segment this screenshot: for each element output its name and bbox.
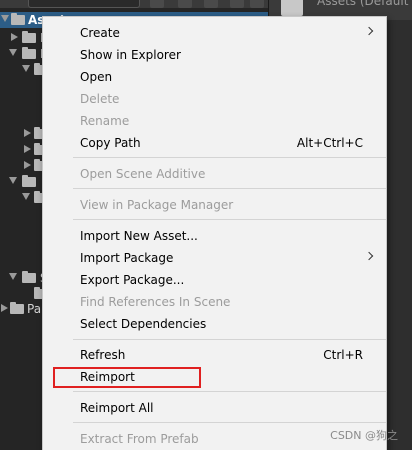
chevron-down-icon[interactable] xyxy=(1,15,9,22)
menu-item-label: Show in Explorer xyxy=(80,48,181,62)
assets-title: Assets (Default xyxy=(317,0,409,8)
folder-icon xyxy=(22,47,36,59)
menu-item-label: Refresh xyxy=(80,348,126,362)
menu-item-label: Find References In Scene xyxy=(80,295,231,309)
menu-item-label: Rename xyxy=(80,114,130,128)
menu-item-label: Select Dependencies xyxy=(80,317,207,331)
chevron-right-icon[interactable] xyxy=(11,33,18,41)
project-toolbar xyxy=(0,0,268,8)
menu-separator xyxy=(73,157,386,158)
menu-separator xyxy=(73,422,386,423)
menu-separator xyxy=(73,339,386,340)
chevron-down-icon[interactable] xyxy=(9,49,17,56)
menu-item-label: Open Scene Additive xyxy=(80,167,206,181)
chevron-down-icon[interactable] xyxy=(22,65,30,72)
chevron-right-icon xyxy=(364,26,374,36)
highlight-box xyxy=(53,367,201,388)
toolbar-button[interactable] xyxy=(250,0,264,8)
menu-separator xyxy=(73,391,386,392)
toolbar-button[interactable] xyxy=(204,0,218,8)
menu-item-label: Extract From Prefab xyxy=(80,432,199,446)
chevron-right-icon[interactable] xyxy=(24,145,31,153)
menu-item-create[interactable]: Create xyxy=(43,22,386,44)
menu-separator xyxy=(73,219,386,220)
folder-icon xyxy=(22,271,36,283)
toolbar-button[interactable] xyxy=(230,0,244,8)
project-search-input[interactable] xyxy=(28,0,140,8)
menu-item-label: Create xyxy=(80,26,120,40)
menu-item-find-references-in-scene: Find References In Scene xyxy=(43,291,386,313)
menu-item-select-dependencies[interactable]: Select Dependencies xyxy=(43,313,386,335)
menu-item-import-new-asset[interactable]: Import New Asset... xyxy=(43,225,386,247)
tree-item-label: Pa xyxy=(27,302,42,316)
menu-item-label: Reimport All xyxy=(80,401,154,415)
menu-item-shortcut: Alt+Ctrl+C xyxy=(296,136,363,150)
folder-icon xyxy=(22,31,36,43)
chevron-right-icon[interactable] xyxy=(24,129,31,137)
folder-icon xyxy=(10,302,24,314)
menu-item-open-scene-additive: Open Scene Additive xyxy=(43,163,386,185)
toolbar-button[interactable] xyxy=(150,0,164,8)
menu-item-label: Copy Path xyxy=(80,136,141,150)
menu-separator xyxy=(73,188,386,189)
menu-item-view-in-package-manager: View in Package Manager xyxy=(43,194,386,216)
chevron-down-icon[interactable] xyxy=(9,273,17,280)
folder-icon xyxy=(281,0,303,16)
folder-icon xyxy=(22,175,36,187)
chevron-right-icon[interactable] xyxy=(24,161,31,169)
chevron-down-icon[interactable] xyxy=(22,193,30,200)
menu-item-show-in-explorer[interactable]: Show in Explorer xyxy=(43,44,386,66)
menu-item-refresh[interactable]: Refresh Ctrl+R xyxy=(43,344,386,366)
folder-icon xyxy=(11,13,25,25)
menu-item-export-package[interactable]: Export Package... xyxy=(43,269,386,291)
toolbar-button[interactable] xyxy=(178,0,192,8)
menu-item-delete: Delete xyxy=(43,88,386,110)
menu-item-open[interactable]: Open xyxy=(43,66,386,88)
menu-item-label: View in Package Manager xyxy=(80,198,234,212)
menu-item-copy-path[interactable]: Copy Path Alt+Ctrl+C xyxy=(43,132,386,154)
chevron-right-icon xyxy=(364,251,374,261)
menu-item-import-package[interactable]: Import Package xyxy=(43,247,386,269)
chevron-down-icon[interactable] xyxy=(9,177,17,184)
watermark: CSDN @狗之 xyxy=(330,429,398,442)
menu-item-label: Export Package... xyxy=(80,273,185,287)
menu-item-rename: Rename xyxy=(43,110,386,132)
menu-item-label: Open xyxy=(80,70,113,84)
menu-item-label: Delete xyxy=(80,92,120,106)
menu-item-reimport-all[interactable]: Reimport All xyxy=(43,397,386,419)
menu-item-label: Import Package xyxy=(80,251,174,265)
menu-item-shortcut: Ctrl+R xyxy=(323,348,363,362)
menu-item-label: Import New Asset... xyxy=(80,229,198,243)
chevron-right-icon[interactable] xyxy=(1,304,8,312)
